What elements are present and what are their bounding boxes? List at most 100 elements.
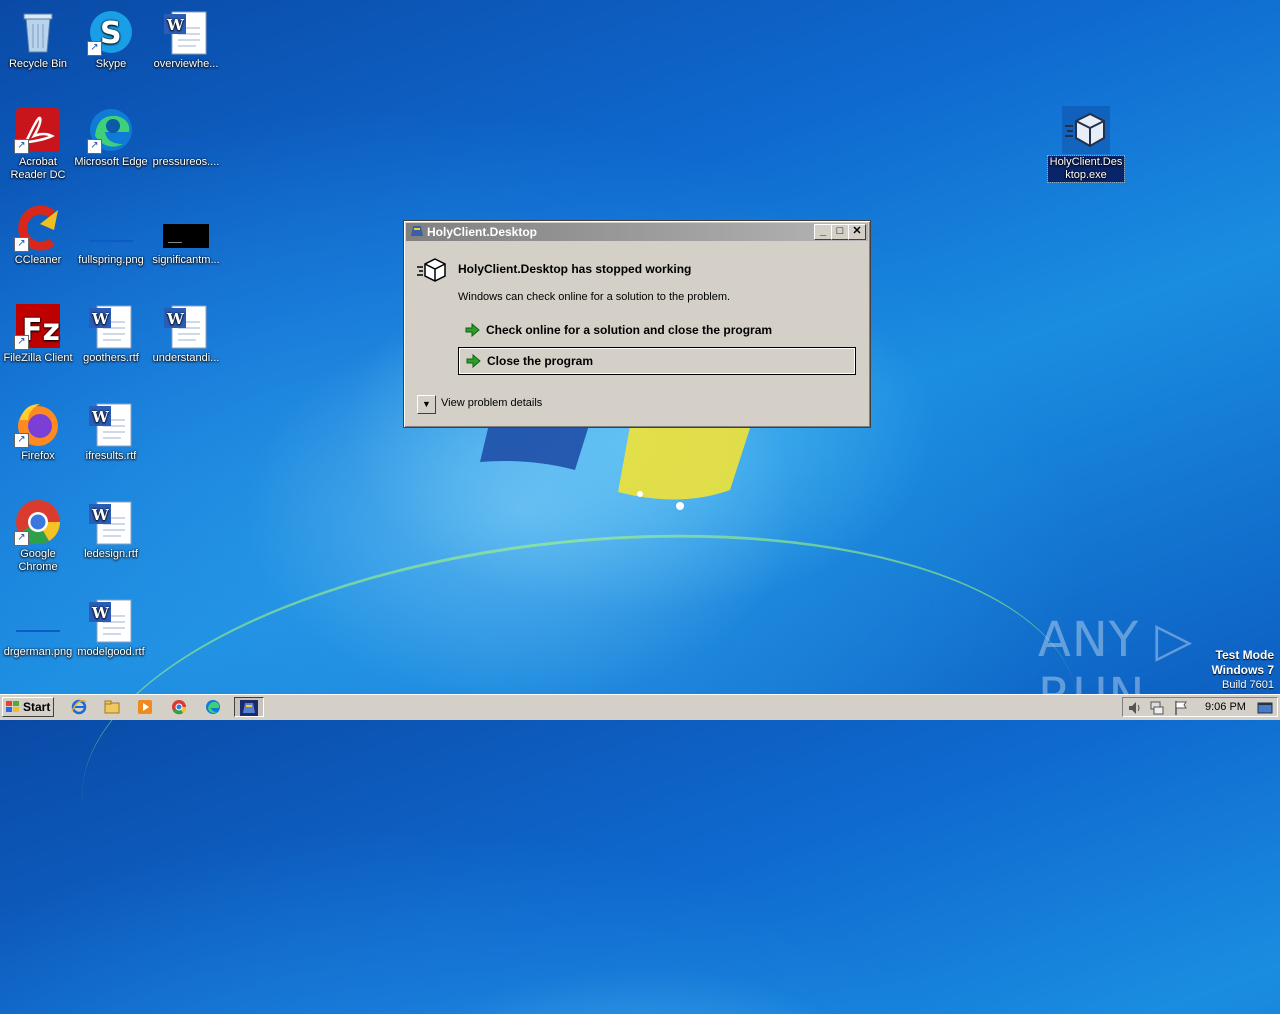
chrome-icon: ↗	[14, 498, 62, 546]
desktop-icon-significantm[interactable]: significantm...	[148, 200, 224, 267]
wallpaper-arc	[60, 488, 1100, 1014]
desktop-icon-label: ifresults.rtf	[85, 450, 137, 462]
desktop-icon-label: HolyClient.Desktop.exe	[1047, 155, 1125, 183]
shortcut-arrow-icon: ↗	[14, 433, 29, 448]
action-center-flag-icon[interactable]	[1173, 700, 1189, 716]
desktop-icon-label: understandi...	[152, 352, 220, 364]
desktop-icon-label: FileZilla Client	[3, 352, 73, 364]
close-program-label: Close the program	[487, 354, 594, 368]
ie-icon	[71, 699, 87, 715]
image-file-icon	[14, 596, 62, 644]
check-online-label: Check online for a solution and close th…	[486, 323, 773, 337]
svg-text:W: W	[166, 16, 185, 34]
shortcut-arrow-icon: ↗	[14, 139, 29, 154]
desktop-icon-edge[interactable]: ↗ Microsoft Edge	[73, 102, 149, 169]
cube-app-icon	[1062, 106, 1110, 154]
dialog-heading: HolyClient.Desktop has stopped working	[458, 262, 692, 276]
dialog-titlebar[interactable]: HolyClient.Desktop _ □ ✕	[406, 223, 868, 241]
dialog-subtext: Windows can check online for a solution …	[458, 291, 731, 303]
view-details-label[interactable]: View problem details	[441, 397, 542, 409]
desktop-icon-label: Recycle Bin	[8, 58, 68, 70]
shortcut-arrow-icon: ↗	[14, 237, 29, 252]
shortcut-arrow-icon: ↗	[87, 41, 102, 56]
desktop-icon-modelgood[interactable]: W modelgood.rtf	[73, 592, 149, 659]
desktop-icon-goothers[interactable]: W goothers.rtf	[73, 298, 149, 365]
desktop-icon-ccleaner[interactable]: ↗ CCleaner	[0, 200, 76, 267]
svg-text:W: W	[91, 408, 110, 426]
word-document-icon: W	[87, 302, 135, 350]
desktop-icon-skype[interactable]: S ↗ Skype	[73, 4, 149, 71]
error-dialog: HolyClient.Desktop _ □ ✕ HolyClient.Desk…	[403, 220, 871, 428]
os-label: Windows 7	[1211, 663, 1274, 677]
taskbar-edge[interactable]	[200, 697, 228, 717]
taskbar-chrome[interactable]	[166, 697, 194, 717]
desktop-icon-overviewhe[interactable]: W overviewhe...	[148, 4, 224, 71]
media-player-icon	[138, 700, 152, 714]
svg-text:W: W	[91, 506, 110, 524]
expand-details-button[interactable]: ▼	[417, 395, 436, 414]
desktop-icon-fullspring[interactable]: fullspring.png	[73, 200, 149, 267]
windows-flag-icon	[6, 701, 19, 712]
shortcut-arrow-icon: ↗	[14, 531, 29, 546]
desktop-icon-acrobat[interactable]: ↗ Acrobat Reader DC	[0, 102, 76, 182]
check-online-button[interactable]: Check online for a solution and close th…	[458, 317, 856, 343]
chevron-down-icon: ▼	[422, 399, 431, 409]
word-document-icon: W	[87, 400, 135, 448]
desktop-icon-understandi[interactable]: W understandi...	[148, 298, 224, 365]
taskbar-media-player[interactable]	[132, 697, 160, 717]
holyclient-icon	[240, 700, 258, 716]
desktop-icon-chrome[interactable]: ↗ Google Chrome	[0, 494, 76, 574]
svg-text:W: W	[91, 604, 110, 622]
desktop-icon-label: Firefox	[21, 450, 55, 462]
acrobat-icon: ↗	[14, 106, 62, 154]
green-arrow-icon	[466, 354, 481, 368]
shortcut-arrow-icon: ↗	[14, 335, 29, 350]
test-mode-label: Test Mode	[1215, 648, 1274, 662]
dialog-title: HolyClient.Desktop	[427, 225, 538, 239]
desktop-icon-pressureos[interactable]: pressureos....	[148, 102, 224, 169]
desktop-icon-label: Skype	[95, 58, 127, 70]
desktop-icon-label: fullspring.png	[78, 254, 144, 266]
desktop-icon-filezilla[interactable]: Fz ↗ FileZilla Client	[0, 298, 76, 365]
taskbar-ie[interactable]	[66, 697, 94, 717]
word-document-icon: W	[162, 302, 210, 350]
edge-icon: ↗	[87, 106, 135, 154]
shortcut-arrow-icon: ↗	[87, 139, 102, 154]
skype-icon: S ↗	[87, 8, 135, 56]
app-icon	[411, 226, 423, 236]
clock[interactable]: 9:06 PM	[1205, 701, 1246, 713]
desktop-icon-firefox[interactable]: ↗ Firefox	[0, 396, 76, 463]
show-desktop-icon[interactable]	[1257, 700, 1273, 716]
system-tray: 9:06 PM	[1122, 697, 1278, 717]
speaker-icon[interactable]	[1127, 700, 1143, 716]
desktop-icon-ledesign[interactable]: W ledesign.rtf	[73, 494, 149, 561]
desktop-icon-label: drgerman.png	[3, 646, 73, 658]
network-icon[interactable]	[1149, 700, 1165, 716]
desktop-icon-ifresults[interactable]: W ifresults.rtf	[73, 396, 149, 463]
close-program-button[interactable]: Close the program	[458, 347, 856, 375]
edge-icon	[206, 700, 220, 714]
minimize-button[interactable]: _	[814, 224, 832, 240]
desktop-icon-label: pressureos....	[152, 156, 220, 168]
cube-app-icon	[417, 258, 446, 282]
start-label: Start	[23, 700, 51, 714]
desktop-icon-holyclient[interactable]: HolyClient.Desktop.exe	[1047, 102, 1125, 183]
desktop-icon-drgerman[interactable]: drgerman.png	[0, 592, 76, 659]
desktop-icon-label: Microsoft Edge	[74, 156, 148, 168]
taskbar-explorer[interactable]	[99, 697, 127, 717]
desktop-icon-label: ledesign.rtf	[84, 548, 138, 560]
ccleaner-icon: ↗	[14, 204, 62, 252]
word-document-icon: W	[162, 8, 210, 56]
build-label: Build 7601	[1222, 679, 1274, 691]
start-button[interactable]: Start	[2, 697, 54, 717]
image-file-icon	[162, 204, 210, 252]
desktop-icon-label: significantm...	[152, 254, 220, 266]
desktop-icon-recycle-bin[interactable]: Recycle Bin	[0, 4, 76, 71]
filezilla-icon: Fz ↗	[14, 302, 62, 350]
maximize-button[interactable]: □	[831, 224, 849, 240]
close-button[interactable]: ✕	[848, 224, 866, 240]
svg-text:S: S	[100, 16, 122, 51]
taskbar-holyclient[interactable]	[234, 697, 264, 717]
image-file-icon	[87, 204, 135, 252]
test-mode-notice: Test Mode Windows 7 Build 7601	[1211, 648, 1274, 692]
